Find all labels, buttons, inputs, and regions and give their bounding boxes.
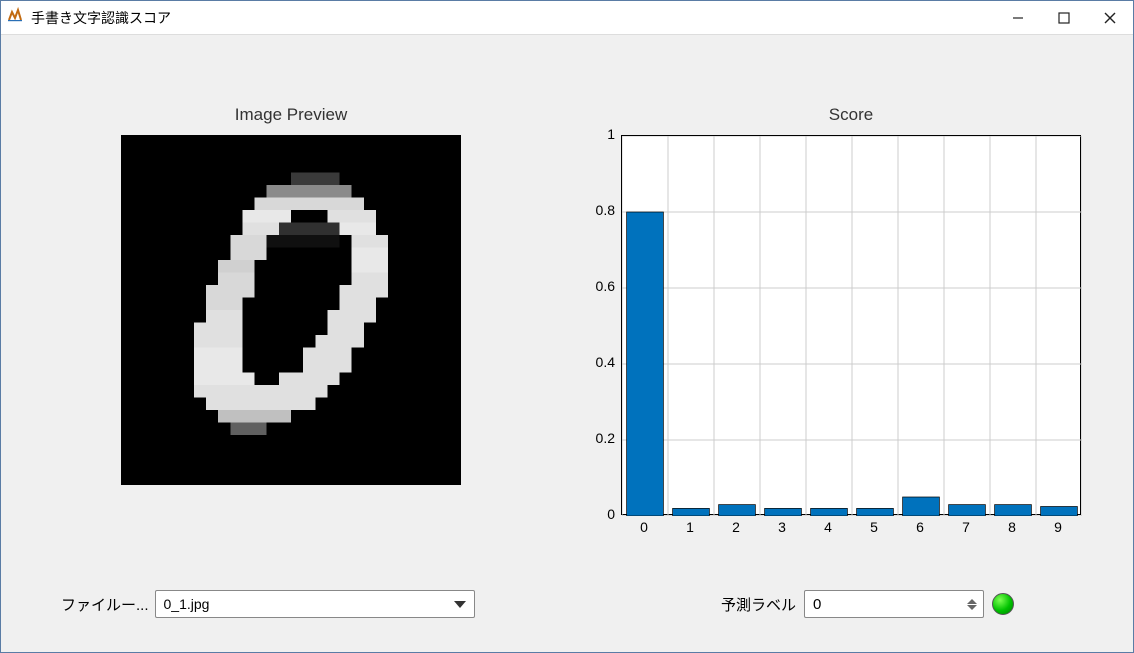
file-select-label: ファイルー...	[61, 594, 149, 615]
ytick-label: 0.2	[581, 430, 615, 446]
ytick-label: 0	[581, 506, 615, 522]
bar-0	[627, 212, 664, 516]
xtick-label: 9	[1048, 519, 1068, 535]
xtick-label: 5	[864, 519, 884, 535]
xtick-label: 3	[772, 519, 792, 535]
file-select-dropdown[interactable]: 0_1.jpg	[155, 590, 475, 618]
xtick-label: 6	[910, 519, 930, 535]
content-area: Image Preview	[1, 35, 1133, 652]
bar-5	[857, 508, 894, 516]
ytick-label: 0.6	[581, 278, 615, 294]
score-panel: Score 00.20.40.60.81 0123456789	[581, 105, 1081, 515]
ytick-label: 0.8	[581, 202, 615, 218]
status-lamp	[992, 593, 1014, 615]
spinner-arrows-icon	[967, 599, 981, 610]
bar-3	[765, 508, 802, 516]
score-title: Score	[621, 105, 1081, 125]
xtick-label: 0	[634, 519, 654, 535]
bar-7	[949, 505, 986, 516]
app-icon	[7, 6, 25, 29]
ytick-label: 1	[581, 126, 615, 142]
bar-9	[1041, 507, 1078, 517]
score-chart: 00.20.40.60.81 0123456789	[581, 135, 1081, 515]
bar-1	[673, 508, 710, 516]
prediction-row: 予測ラベル 0	[721, 590, 1014, 618]
bar-8	[995, 505, 1032, 516]
file-select-value: 0_1.jpg	[164, 596, 210, 612]
xtick-label: 2	[726, 519, 746, 535]
app-window: 手書き文字認識スコア Image Preview	[0, 0, 1134, 653]
prediction-spinner[interactable]: 0	[804, 590, 984, 618]
ytick-label: 0.4	[581, 354, 615, 370]
close-button[interactable]	[1087, 1, 1133, 34]
bar-4	[811, 508, 848, 516]
file-select-row: ファイルー... 0_1.jpg	[61, 590, 475, 618]
chevron-down-icon	[454, 601, 466, 608]
minimize-button[interactable]	[995, 1, 1041, 34]
image-preview-title: Image Preview	[61, 105, 521, 125]
bar-2	[719, 505, 756, 516]
maximize-button[interactable]	[1041, 1, 1087, 34]
xtick-label: 7	[956, 519, 976, 535]
image-preview-panel: Image Preview	[61, 105, 521, 485]
xtick-label: 8	[1002, 519, 1022, 535]
bar-6	[903, 497, 940, 516]
xtick-label: 1	[680, 519, 700, 535]
prediction-label: 予測ラベル	[721, 594, 796, 615]
image-preview	[121, 135, 461, 485]
prediction-value: 0	[813, 596, 821, 613]
xtick-label: 4	[818, 519, 838, 535]
titlebar: 手書き文字認識スコア	[1, 1, 1133, 35]
window-title: 手書き文字認識スコア	[31, 8, 171, 28]
